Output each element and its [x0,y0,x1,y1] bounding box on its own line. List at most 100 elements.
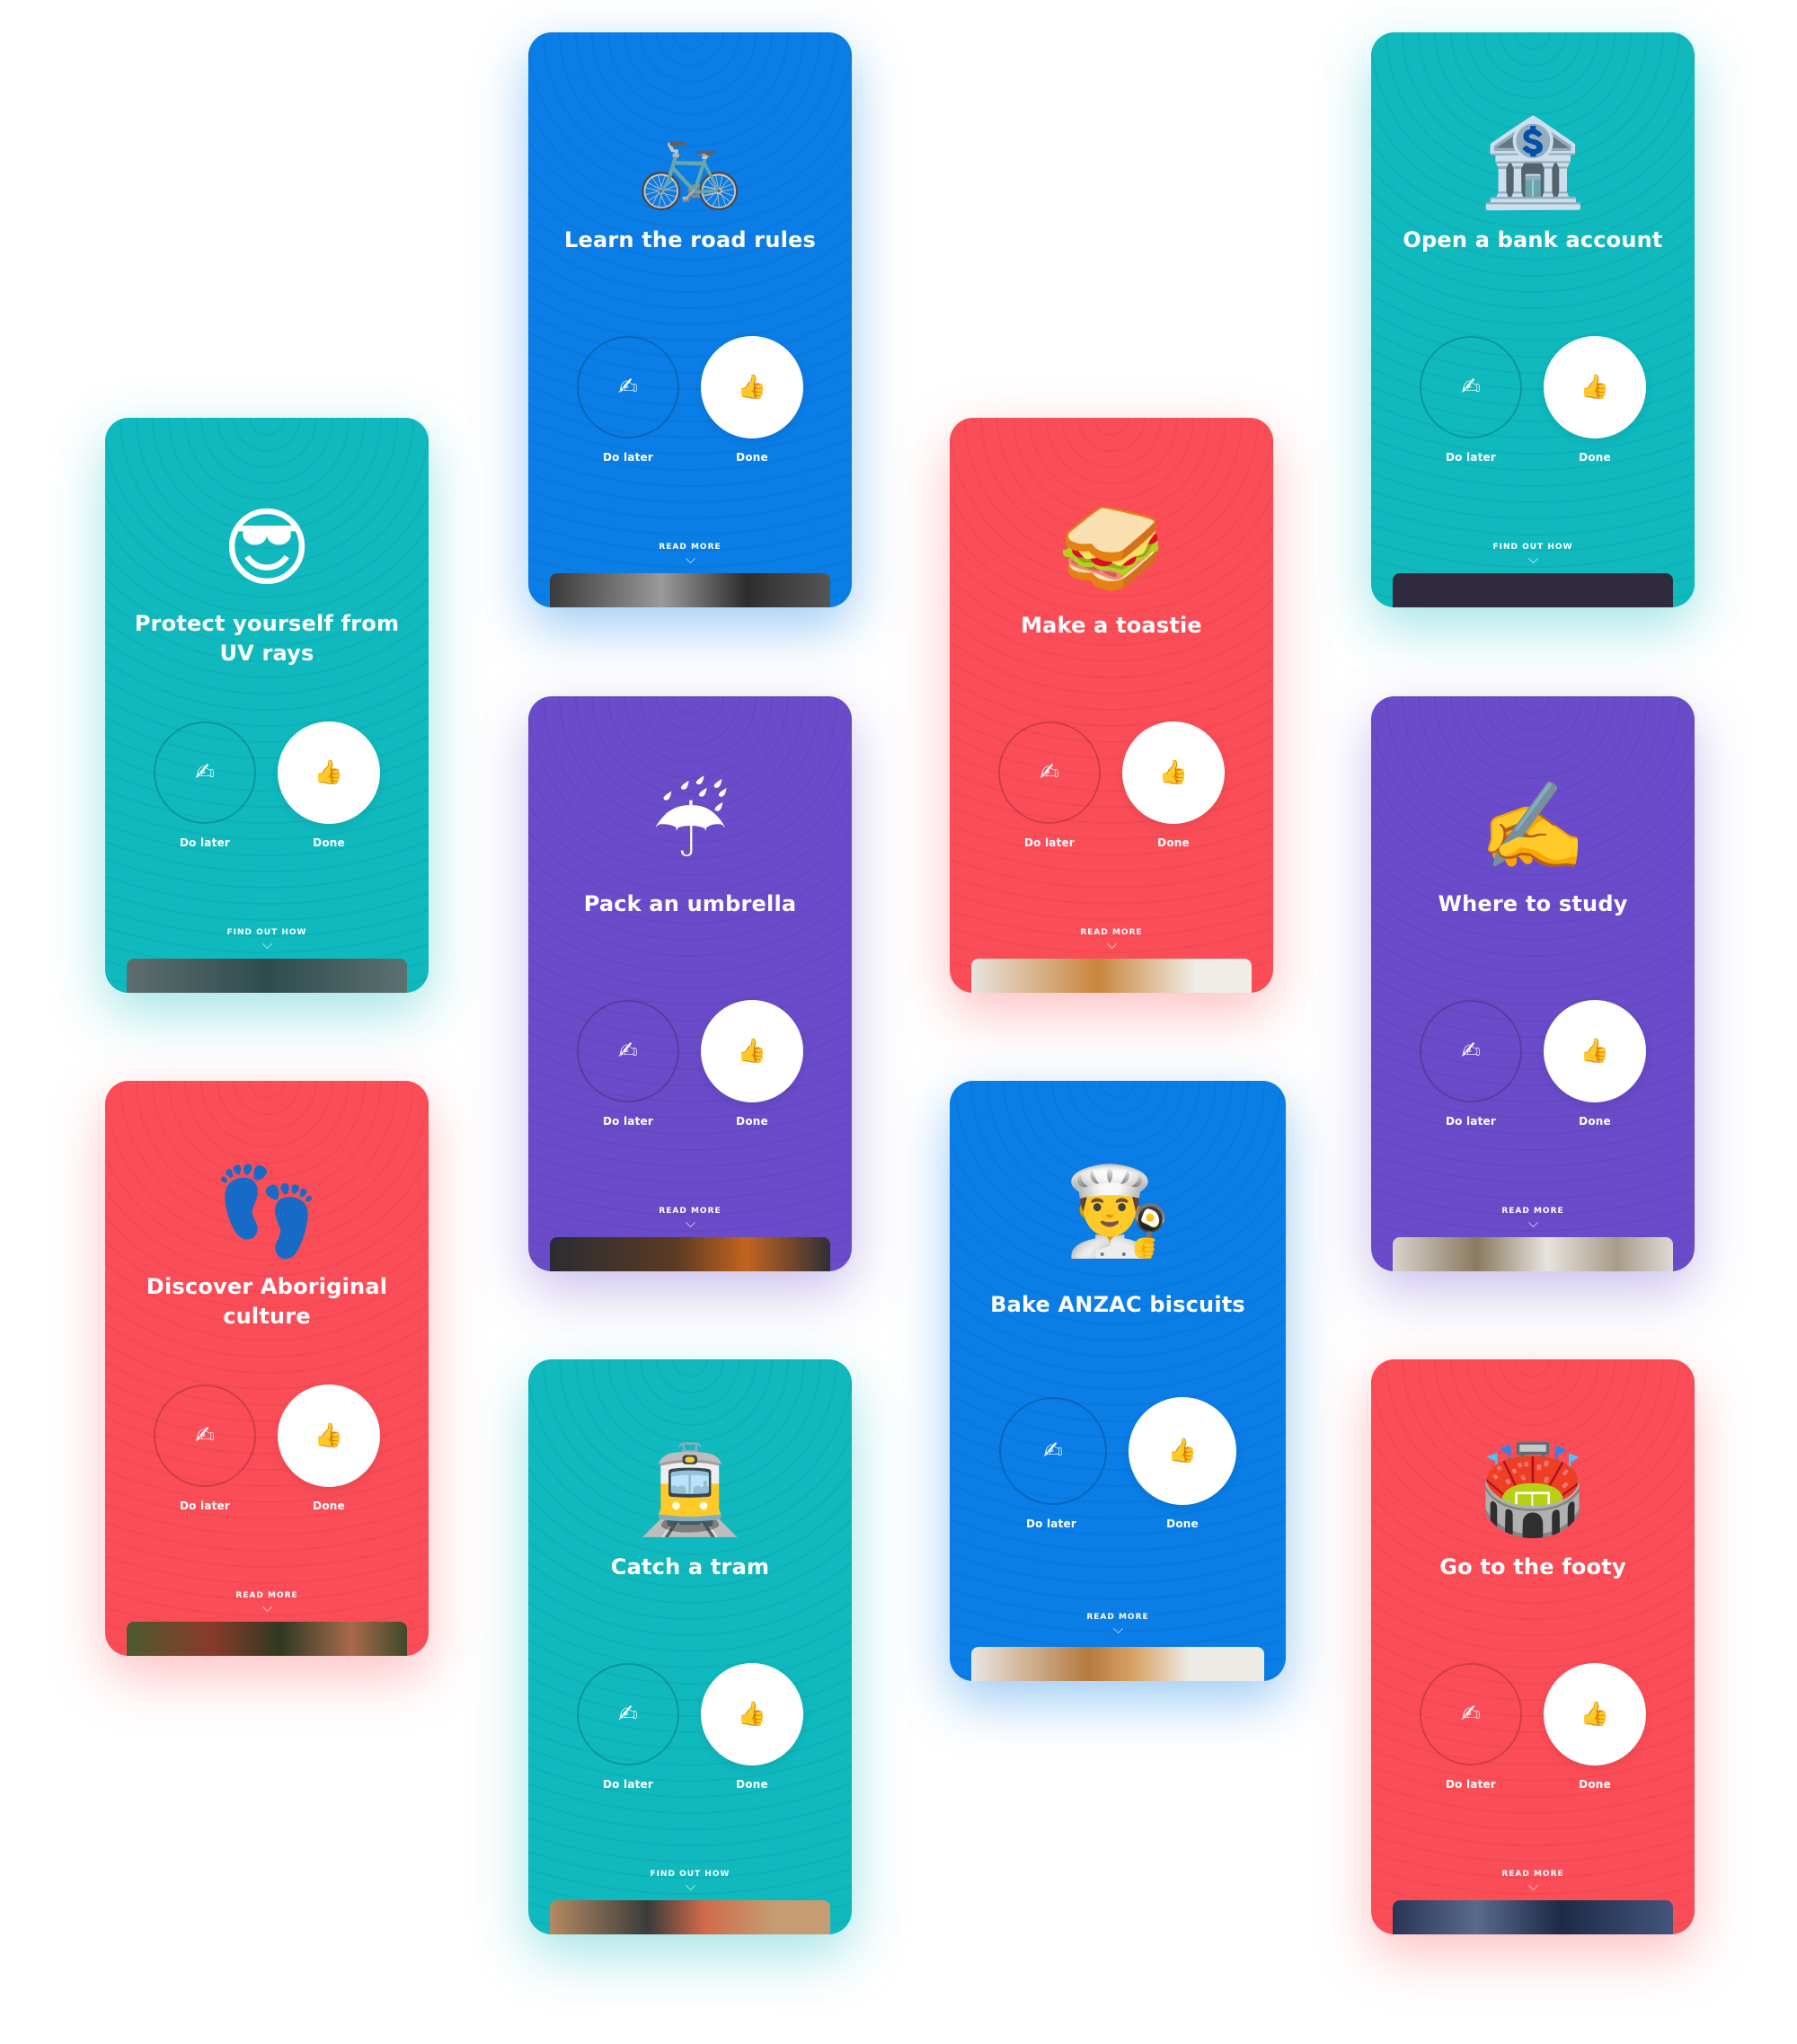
done-button[interactable]: 👍 Done [277,1385,381,1512]
chevron-down-icon [1527,553,1538,563]
done-button[interactable]: 👍 Done [700,336,804,464]
chevron-down-icon [1527,1217,1538,1227]
chevron-down-icon [261,939,272,949]
writing-hand-icon: ✍️ [1479,776,1587,877]
preview-image [127,1622,407,1656]
done-button[interactable]: 👍 Done [700,1000,804,1128]
chevron-down-icon [261,1602,272,1612]
find-out-how-link[interactable]: FIND OUT HOW [105,928,429,949]
done-label: Done [1166,1518,1199,1530]
done-button[interactable]: 👍 Done [1543,1000,1647,1128]
done-button[interactable]: 👍 Done [1128,1397,1237,1530]
preview-image [127,959,407,993]
bicycle-icon: 🚲 [636,112,744,213]
card-title: Discover Aboriginal culture [146,1274,388,1329]
done-button[interactable]: 👍 Done [700,1663,804,1791]
writing-hand-icon: ✍ [1461,1701,1481,1728]
find-out-how-link[interactable]: FIND OUT HOW [1371,543,1695,563]
done-button[interactable]: 👍 Done [277,721,381,849]
stadium-icon: 🏟️ [1479,1439,1587,1540]
read-more-link[interactable]: READ MORE [528,1207,852,1227]
do-later-button[interactable]: ✍ Do later [576,1663,680,1791]
writing-hand-icon: ✍ [618,374,638,401]
sandwich-icon: 🥪 [1058,498,1165,598]
chevron-down-icon [685,553,695,563]
find-out-how-label: FIND OUT HOW [1492,543,1573,552]
card-title: Pack an umbrella [583,891,797,916]
read-more-label: READ MORE [1501,1870,1564,1879]
do-later-button[interactable]: ✍ Do later [997,721,1102,849]
done-label: Done [1157,836,1190,849]
done-label: Done [736,1778,768,1791]
do-later-label: Do later [603,1115,653,1128]
thumbs-up-icon: 👍 [737,1701,767,1728]
read-more-link[interactable]: READ MORE [105,1591,429,1612]
card-catch-tram: 🚊 Catch a tram ✍ Do later 👍 Done FIND OU… [528,1359,852,1934]
read-more-label: READ MORE [659,1207,721,1216]
preview-image [971,959,1252,993]
do-later-label: Do later [603,1778,653,1791]
do-later-button[interactable]: ✍ Do later [1419,1000,1523,1128]
writing-hand-icon: ✍ [195,759,215,786]
read-more-label: READ MORE [1501,1207,1564,1216]
chevron-down-icon [685,1217,695,1227]
done-label: Done [1579,1115,1611,1128]
preview-image [1393,1900,1673,1934]
do-later-button[interactable]: ✍ Do later [576,1000,680,1128]
tram-icon: 🚊 [636,1439,744,1540]
card-open-bank-account: 🏦 Open a bank account ✍ Do later 👍 Done … [1371,32,1695,607]
cook-icon: 👨‍🍳 [1064,1161,1172,1261]
card-make-toastie: 🥪 Make a toastie ✍ Do later 👍 Done READ … [950,418,1273,993]
chevron-down-icon [1112,1624,1123,1633]
bank-icon: 🏦 [1479,112,1587,213]
card-title: Go to the footy [1439,1554,1626,1579]
do-later-button[interactable]: ✍ Do later [153,1385,257,1512]
read-more-link[interactable]: READ MORE [1371,1870,1695,1890]
card-title: Make a toastie [1021,613,1202,638]
do-later-label: Do later [1446,451,1496,464]
preview-image [550,1237,830,1271]
card-learn-road-rules: 🚲 Learn the road rules ✍ Do later 👍 Done… [528,32,852,607]
do-later-label: Do later [1024,836,1075,849]
preview-image [1393,1237,1673,1271]
umbrella-rain-icon: ☔ [651,776,730,877]
done-label: Done [313,836,345,849]
do-later-button[interactable]: ✍ Do later [1419,336,1523,464]
thumbs-up-icon: 👍 [737,374,767,401]
thumbs-up-icon: 👍 [1158,759,1189,786]
preview-image [550,1900,830,1934]
writing-hand-icon: ✍ [1461,1038,1481,1065]
chevron-down-icon [1527,1880,1538,1890]
do-later-button[interactable]: ✍ Do later [576,336,680,464]
writing-hand-icon: ✍ [618,1038,638,1065]
read-more-link[interactable]: READ MORE [950,928,1273,949]
sunglasses-face-icon: 😎 [221,498,313,598]
footprints-icon: 👣 [213,1161,321,1261]
read-more-link[interactable]: READ MORE [1371,1207,1695,1227]
do-later-button[interactable]: ✍ Do later [1419,1663,1523,1791]
do-later-button[interactable]: ✍ Do later [999,1397,1107,1530]
thumbs-up-icon: 👍 [1580,374,1610,401]
card-title: Learn the road rules [564,227,816,252]
do-later-label: Do later [1446,1115,1496,1128]
thumbs-up-icon: 👍 [314,759,344,786]
find-out-how-link[interactable]: FIND OUT HOW [528,1870,852,1890]
find-out-how-label: FIND OUT HOW [226,928,307,937]
read-more-label: READ MORE [235,1591,298,1600]
do-later-label: Do later [1446,1778,1496,1791]
thumbs-up-icon: 👍 [314,1422,344,1449]
writing-hand-icon: ✍ [195,1422,215,1449]
done-button[interactable]: 👍 Done [1543,336,1647,464]
find-out-how-label: FIND OUT HOW [650,1870,730,1879]
read-more-link[interactable]: READ MORE [950,1613,1286,1633]
preview-image [550,573,830,607]
do-later-button[interactable]: ✍ Do later [153,721,257,849]
read-more-link[interactable]: READ MORE [528,543,852,563]
thumbs-up-icon: 👍 [737,1038,767,1065]
done-button[interactable]: 👍 Done [1543,1663,1647,1791]
writing-hand-icon: ✍ [1461,374,1481,401]
do-later-label: Do later [603,451,653,464]
done-button[interactable]: 👍 Done [1121,721,1226,849]
card-discover-aboriginal-culture: 👣 Discover Aboriginal culture ✍ Do later… [105,1081,429,1656]
thumbs-up-icon: 👍 [1580,1038,1610,1065]
